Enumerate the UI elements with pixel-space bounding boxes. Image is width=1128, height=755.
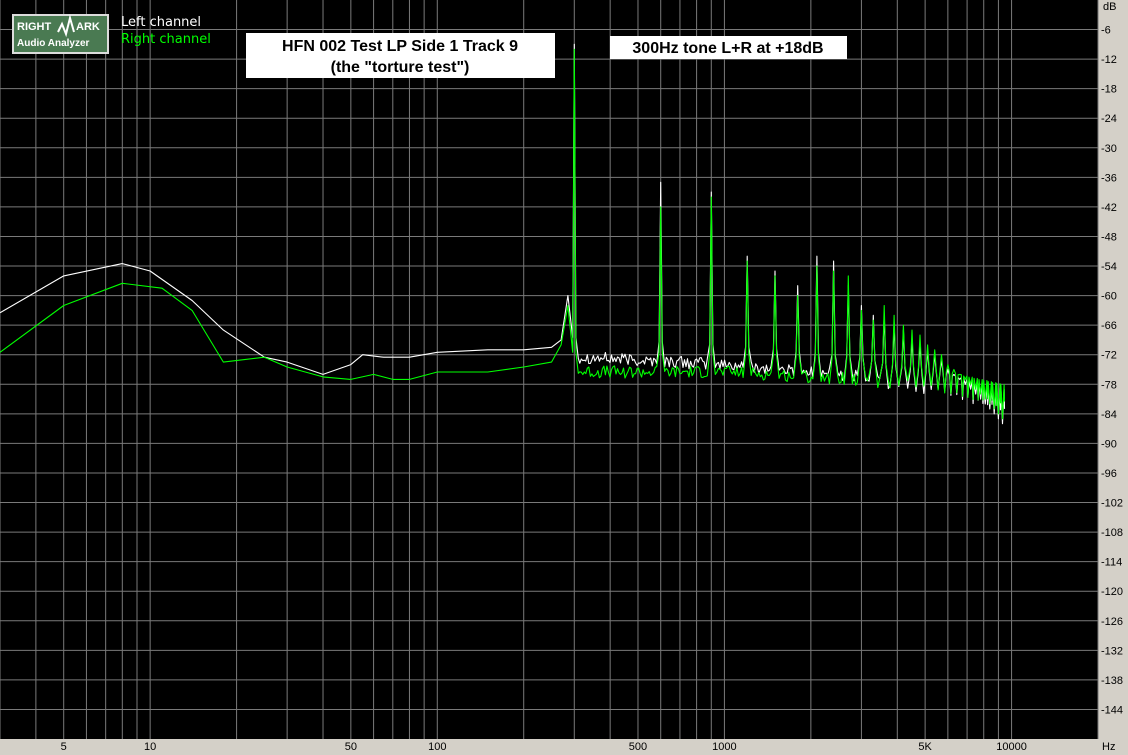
legend-right-channel: Right channel [121,32,211,47]
y-axis-unit: dB [1103,1,1116,13]
y-tick-label: -36 [1101,172,1117,184]
y-tick-label: -66 [1101,320,1117,332]
y-tick-label: -96 [1101,468,1117,480]
logo-word-right: RIGHT [17,21,52,33]
x-tick-label: 5K [918,741,932,753]
y-tick-label: -132 [1101,645,1123,657]
y-tick-label: -126 [1101,616,1123,628]
y-tick-label: -138 [1101,675,1123,687]
y-tick-label: -114 [1101,557,1122,569]
legend-left-channel: Left channel [121,15,201,30]
x-tick-label: 100 [428,741,446,753]
y-tick-label: -90 [1101,438,1117,450]
y-tick-label: -6 [1101,25,1111,37]
x-tick-label: 1000 [712,741,736,753]
x-tick-label: 5 [61,741,67,753]
y-tick-label: -12 [1101,54,1117,66]
y-tick-label: -18 [1101,84,1117,96]
x-tick-label: 10 [144,741,156,753]
logo-word-ark: ARK [76,21,100,33]
annotation-tone-text: 300Hz tone L+R at +18dB [632,40,823,57]
y-tick-label: -54 [1101,261,1117,273]
y-tick-label: -60 [1101,291,1117,303]
y-tick-label: -24 [1101,113,1117,125]
annotation-title-line1: HFN 002 Test LP Side 1 Track 9 [282,38,518,55]
y-tick-label: -42 [1101,202,1117,214]
annotation-title-line2: (the "torture test") [331,59,470,76]
y-tick-label: -78 [1101,379,1117,391]
y-tick-label: -144 [1101,704,1123,716]
x-tick-label: 10000 [996,741,1027,753]
annotation-title: HFN 002 Test LP Side 1 Track 9 (the "tor… [246,33,555,78]
y-tick-label: -108 [1101,527,1123,539]
logo-subtitle: Audio Analyzer [17,38,90,49]
logo: RIGHT ARK Audio Analyzer [12,14,109,54]
spectrum-chart: -6 -12 -18 -24 -30 -36 -42 -48 -54 -60 -66 -72 -78 -8… [0,0,1128,755]
x-tick-label: 500 [629,741,647,753]
y-tick-label: -48 [1101,231,1117,243]
y-tick-label: -30 [1101,143,1117,155]
y-tick-label: -120 [1101,586,1123,598]
y-tick-label: -84 [1101,409,1117,421]
x-tick-label: 50 [345,741,357,753]
y-tick-label: -102 [1101,498,1123,510]
y-tick-label: -72 [1101,350,1117,362]
annotation-tone: 300Hz tone L+R at +18dB [610,36,847,59]
x-axis-unit: Hz [1102,741,1115,753]
